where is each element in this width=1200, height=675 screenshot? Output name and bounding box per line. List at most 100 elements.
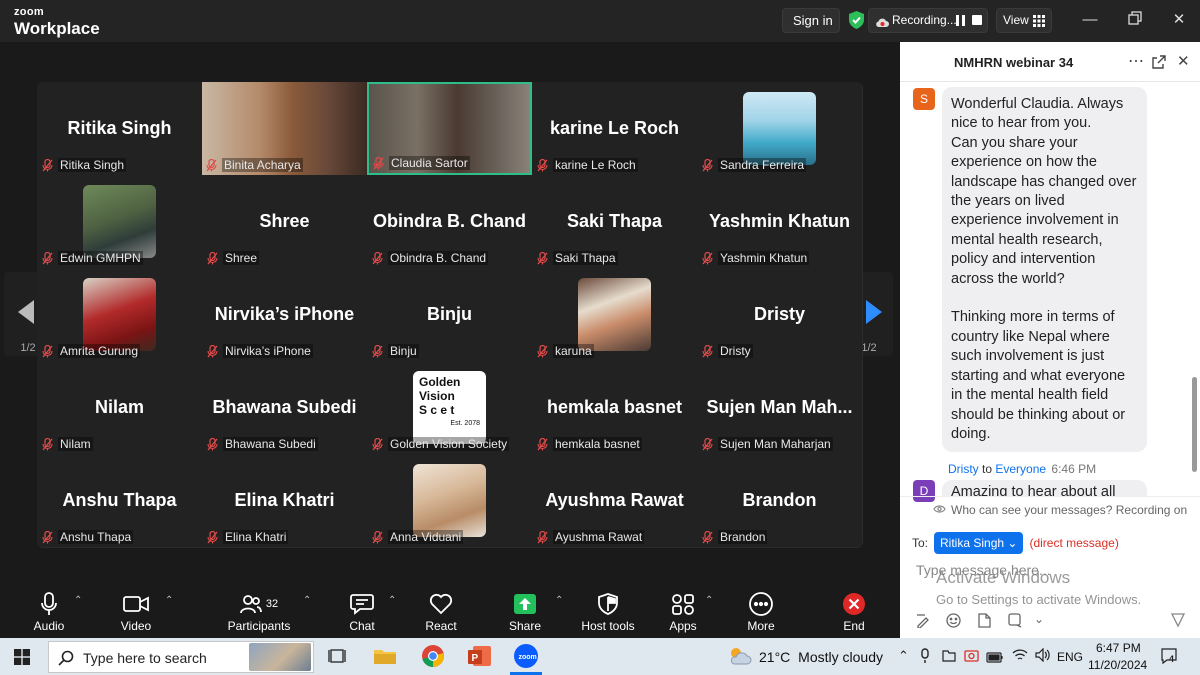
share-options-chevron-icon[interactable]: ⌃ bbox=[555, 595, 563, 606]
muted-mic-icon bbox=[42, 530, 53, 544]
participant-name-label: Nilam bbox=[58, 437, 93, 451]
chat-message-preview: Amazing to hear about all bbox=[942, 480, 1147, 496]
participant-display-name: Brandon bbox=[742, 490, 817, 510]
screenshot-icon[interactable] bbox=[1008, 613, 1023, 633]
windows-start-icon[interactable] bbox=[14, 649, 30, 670]
participant-name-label: Elina Khatri bbox=[223, 530, 289, 544]
participant-tile[interactable]: Binju Binju bbox=[367, 268, 532, 361]
task-view-icon[interactable] bbox=[324, 642, 352, 670]
chevron-down-icon[interactable]: ⌄ bbox=[1034, 612, 1044, 626]
participant-tile[interactable]: Dristy Dristy bbox=[697, 268, 862, 361]
chat-button[interactable]: Chat bbox=[327, 591, 397, 633]
participant-tile[interactable]: Elina Khatri Elina Khatri bbox=[202, 454, 367, 547]
notifications-icon[interactable]: 4 bbox=[1160, 647, 1178, 670]
pause-icon[interactable] bbox=[956, 15, 966, 26]
muted-mic-icon bbox=[537, 251, 548, 265]
message-recipient[interactable]: Everyone bbox=[995, 462, 1046, 476]
participant-name-label: Dristy bbox=[718, 344, 753, 358]
participant-tile[interactable]: Binita Acharya bbox=[202, 82, 367, 175]
pop-out-icon[interactable] bbox=[1152, 55, 1166, 74]
participant-tile[interactable]: Anshu Thapa Anshu Thapa bbox=[37, 454, 202, 547]
participant-tile[interactable]: Nirvika’s iPhone Nirvika’s iPhone bbox=[202, 268, 367, 361]
participant-tile[interactable]: Claudia Sartor bbox=[367, 82, 532, 175]
participant-tile[interactable]: Shree Shree bbox=[202, 175, 367, 268]
participant-tile[interactable]: Yashmin Khatun Yashmin Khatun bbox=[697, 175, 862, 268]
message-to-word: to bbox=[982, 462, 993, 476]
emoji-icon[interactable] bbox=[946, 613, 961, 633]
recipient-name: Ritika Singh bbox=[940, 536, 1005, 550]
participant-tile[interactable]: karine Le Roch karine Le Roch bbox=[532, 82, 697, 175]
participant-grid: Ritika Singh Ritika Singh Binita Acharya Cl… bbox=[37, 82, 863, 548]
more-options-icon[interactable]: ⋯ bbox=[1128, 51, 1144, 71]
participant-tile[interactable]: Bhawana Subedi Bhawana Subedi bbox=[202, 361, 367, 454]
participant-tile[interactable]: hemkala basnet hemkala basnet bbox=[532, 361, 697, 454]
video-button[interactable]: Video bbox=[101, 591, 171, 633]
participant-tile[interactable]: Sujen Man Mah... Sujen Man Maharjan bbox=[697, 361, 862, 454]
share-button[interactable]: Share bbox=[490, 591, 560, 633]
wifi-icon[interactable] bbox=[1012, 648, 1028, 667]
participant-name-tag: Dristy bbox=[701, 344, 753, 358]
close-chat-icon[interactable]: ✕ bbox=[1177, 52, 1190, 70]
restore-icon[interactable] bbox=[1126, 11, 1144, 29]
participant-tile[interactable]: Amrita Gurung bbox=[37, 268, 202, 361]
muted-mic-icon bbox=[42, 437, 53, 451]
format-icon[interactable] bbox=[916, 614, 930, 633]
end-button[interactable]: End bbox=[819, 591, 889, 633]
folder-small-icon[interactable] bbox=[942, 649, 956, 667]
participant-tile[interactable]: Ritika Singh Ritika Singh bbox=[37, 82, 202, 175]
file-icon[interactable] bbox=[978, 613, 991, 633]
volume-icon[interactable] bbox=[1035, 647, 1050, 667]
recipient-selector[interactable]: Ritika Singh ⌄ bbox=[934, 532, 1024, 554]
eye-icon bbox=[933, 503, 946, 517]
more-button[interactable]: More bbox=[726, 591, 796, 633]
powerpoint-icon[interactable]: P bbox=[465, 642, 493, 670]
participant-name-label: karuna bbox=[553, 344, 594, 358]
host-tools-button[interactable]: Host tools bbox=[573, 591, 643, 633]
chrome-icon[interactable] bbox=[419, 642, 447, 670]
message-sender[interactable]: Dristy bbox=[948, 462, 979, 476]
gallery-stage: 1/2 1/2 Ritika Singh Ritika Singh Binita A… bbox=[0, 42, 900, 583]
participant-tile[interactable]: Brandon Brandon bbox=[697, 454, 862, 547]
participant-tile[interactable]: Saki Thapa Saki Thapa bbox=[532, 175, 697, 268]
chat-scrollbar[interactable] bbox=[1192, 377, 1197, 472]
message-time: 6:46 PM bbox=[1051, 462, 1097, 476]
weather-widget[interactable]: 21°C Mostly cloudy bbox=[759, 649, 883, 665]
battery-icon[interactable] bbox=[986, 650, 1004, 668]
svg-text:P: P bbox=[472, 653, 479, 664]
participant-tile[interactable]: Edwin GMHPN bbox=[37, 175, 202, 268]
apps-options-chevron-icon[interactable]: ⌃ bbox=[705, 595, 713, 606]
zoom-taskbar-icon[interactable]: zoom bbox=[512, 642, 540, 670]
audio-options-chevron-icon[interactable]: ⌃ bbox=[74, 595, 82, 606]
video-options-chevron-icon[interactable]: ⌃ bbox=[165, 595, 173, 606]
camera-tray-icon[interactable] bbox=[964, 649, 979, 667]
react-button[interactable]: React bbox=[406, 591, 476, 633]
stop-icon[interactable] bbox=[972, 15, 982, 25]
muted-mic-icon bbox=[537, 530, 548, 544]
participant-name-label: Claudia Sartor bbox=[389, 156, 470, 170]
muted-mic-icon bbox=[702, 344, 713, 358]
send-icon[interactable] bbox=[1170, 612, 1186, 633]
participant-tile[interactable]: Ayushma Rawat Ayushma Rawat bbox=[532, 454, 697, 547]
participant-name-tag: Binita Acharya bbox=[206, 158, 303, 172]
close-window-icon[interactable]: ✕ bbox=[1170, 11, 1188, 29]
participants-button[interactable]: 32 Participants bbox=[224, 591, 294, 633]
chat-options-chevron-icon[interactable]: ⌃ bbox=[388, 595, 396, 606]
participant-tile[interactable]: Golden Vision S c e t Est. 2078 Golden Visio… bbox=[367, 361, 532, 454]
clock-date[interactable]: 11/20/2024 bbox=[1088, 658, 1147, 672]
clock-time[interactable]: 6:47 PM bbox=[1096, 641, 1141, 655]
taskbar-search[interactable]: Type here to search bbox=[48, 641, 314, 673]
shield-check-icon[interactable] bbox=[848, 11, 865, 34]
participant-tile[interactable]: Anna Viduani bbox=[367, 454, 532, 547]
participant-tile[interactable]: Nilam Nilam bbox=[37, 361, 202, 454]
chevron-up-icon[interactable]: ⌃ bbox=[898, 648, 909, 664]
minimize-icon[interactable]: — bbox=[1081, 11, 1099, 29]
participants-options-chevron-icon[interactable]: ⌃ bbox=[303, 595, 311, 606]
language-indicator[interactable]: ENG bbox=[1057, 650, 1083, 664]
meet-now-icon[interactable] bbox=[920, 648, 930, 669]
participant-tile[interactable]: Sandra Ferreira bbox=[697, 82, 862, 175]
file-explorer-icon[interactable] bbox=[371, 642, 399, 670]
privacy-notice[interactable]: Who can see your messages? Recording on bbox=[900, 496, 1200, 522]
muted-mic-icon bbox=[537, 437, 548, 451]
participant-tile[interactable]: karuna bbox=[532, 268, 697, 361]
participant-tile[interactable]: Obindra B. Chand Obindra B. Chand bbox=[367, 175, 532, 268]
